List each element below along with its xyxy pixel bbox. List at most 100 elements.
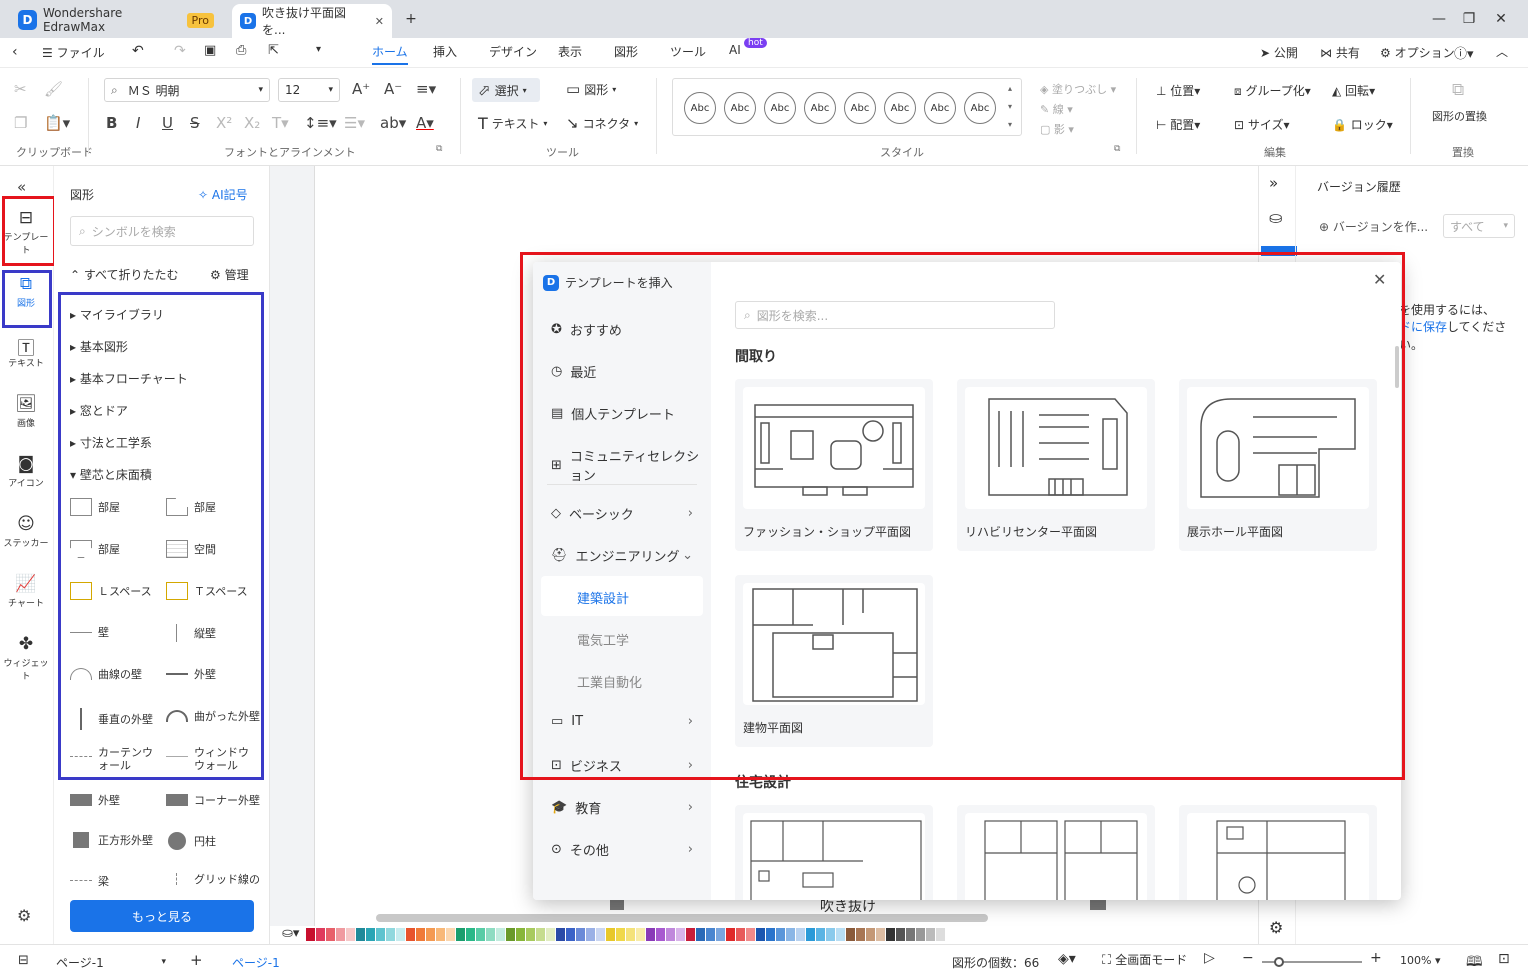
horizontal-scrollbar[interactable] — [376, 914, 988, 922]
color-swatch[interactable] — [576, 928, 585, 941]
tab-design[interactable]: デザイン — [489, 43, 537, 60]
color-swatch[interactable] — [706, 928, 715, 941]
shape-corner-exterior-wall[interactable]: コーナー外壁 — [166, 792, 260, 808]
color-swatch[interactable] — [926, 928, 935, 941]
style-dialog-launcher-icon[interactable]: ⧉ — [1114, 144, 1120, 154]
color-swatch[interactable] — [406, 928, 415, 941]
close-tab-icon[interactable]: ✕ — [375, 15, 384, 28]
share-button[interactable]: ⋈ 共有 — [1320, 44, 1360, 61]
color-swatch[interactable] — [636, 928, 645, 941]
line-spacing-icon[interactable]: ↕≡▾ — [304, 114, 337, 132]
help-icon[interactable]: ⓘ▾ — [1454, 43, 1474, 62]
paint-bucket-icon[interactable]: ⛀ — [1269, 208, 1282, 227]
publish-button[interactable]: ➤ 公開 — [1260, 44, 1298, 61]
color-swatch[interactable] — [896, 928, 905, 941]
shape-square-exterior-wall[interactable]: 正方形外壁 — [70, 832, 153, 848]
color-swatch[interactable] — [816, 928, 825, 941]
back-icon[interactable]: ‹ — [12, 44, 18, 60]
rail-widget[interactable]: ✤ ウィジェット — [2, 626, 50, 684]
shape-column[interactable]: 円柱 — [166, 832, 216, 850]
save-cloud-link[interactable]: ドに保存 — [1399, 320, 1447, 334]
paste-icon[interactable]: 📋▾ — [44, 114, 70, 132]
italic-icon[interactable]: I — [136, 114, 140, 132]
bold-icon[interactable]: B — [106, 114, 117, 132]
color-swatch[interactable] — [506, 928, 515, 941]
lock-button[interactable]: 🔒 ロック▾ — [1332, 116, 1393, 133]
color-swatch[interactable] — [616, 928, 625, 941]
color-swatch[interactable] — [826, 928, 835, 941]
group-button[interactable]: ⧈ グループ化▾ — [1234, 82, 1311, 99]
color-swatch[interactable] — [606, 928, 615, 941]
maximize-button[interactable]: ❐ — [1456, 8, 1482, 30]
color-swatch[interactable] — [496, 928, 505, 941]
rail-chart[interactable]: 📈 チャート — [2, 566, 50, 624]
minimize-button[interactable]: — — [1426, 8, 1452, 30]
color-swatch[interactable] — [456, 928, 465, 941]
color-swatch[interactable] — [566, 928, 575, 941]
font-family-select[interactable]: ⌕ ＭＳ 明朝 ▾ — [104, 78, 270, 102]
subscript-icon[interactable]: X₂ — [244, 114, 260, 132]
color-swatch[interactable] — [586, 928, 595, 941]
color-swatch[interactable] — [336, 928, 345, 941]
rail-icon[interactable]: ◙ アイコン — [2, 446, 50, 504]
style-swatch-8[interactable]: Abc — [964, 92, 996, 124]
tab-home[interactable]: ホーム — [372, 43, 408, 65]
rail-text[interactable]: 🅃 テキスト — [2, 326, 50, 384]
color-swatch[interactable] — [516, 928, 525, 941]
strikethrough-icon[interactable]: S — [190, 114, 200, 132]
shape-tool-button[interactable]: ▭ 図形 ▾ — [566, 80, 616, 98]
close-window-button[interactable]: ✕ — [1488, 8, 1514, 30]
color-swatch[interactable] — [556, 928, 565, 941]
style-swatch-5[interactable]: Abc — [844, 92, 876, 124]
color-swatch[interactable] — [376, 928, 385, 941]
font-size-select[interactable]: 12 ▾ — [278, 78, 340, 102]
color-swatch[interactable] — [656, 928, 665, 941]
zoom-out-icon[interactable]: − — [1242, 950, 1254, 966]
version-filter-select[interactable]: すべて ▾ — [1443, 214, 1515, 238]
color-swatch[interactable] — [726, 928, 735, 941]
style-swatch-2[interactable]: Abc — [724, 92, 756, 124]
nav-education[interactable]: 🎓 教育 › — [551, 798, 701, 817]
zoom-slider[interactable] — [1262, 957, 1362, 967]
color-swatch[interactable] — [936, 928, 945, 941]
color-swatch[interactable] — [836, 928, 845, 941]
color-swatch[interactable] — [876, 928, 885, 941]
undo-icon[interactable]: ↶ — [132, 43, 144, 59]
color-swatch[interactable] — [716, 928, 725, 941]
save-icon[interactable]: ▣ — [204, 43, 216, 58]
style-swatch-4[interactable]: Abc — [804, 92, 836, 124]
play-icon[interactable]: ▷ — [1204, 950, 1215, 966]
print-icon[interactable]: ⎙ — [236, 43, 246, 58]
color-swatch[interactable] — [626, 928, 635, 941]
color-swatch[interactable] — [446, 928, 455, 941]
style-swatch-6[interactable]: Abc — [884, 92, 916, 124]
zoom-slider-thumb[interactable] — [1274, 957, 1284, 967]
manage-button[interactable]: ⚙ 管理 — [210, 266, 249, 283]
color-swatch[interactable] — [776, 928, 785, 941]
ai-symbol-button[interactable]: ✧ AI記号 — [198, 186, 248, 203]
color-swatch[interactable] — [316, 928, 325, 941]
shape-exterior-wall-2[interactable]: 外壁 — [70, 792, 120, 808]
right-settings-icon[interactable]: ⚙ — [1269, 918, 1283, 937]
position-button[interactable]: ⊥ 位置▾ — [1156, 82, 1200, 99]
style-swatch-1[interactable]: Abc — [684, 92, 716, 124]
color-swatch[interactable] — [386, 928, 395, 941]
document-tab[interactable]: D 吹き抜け平面図を... ✕ — [232, 4, 392, 38]
increase-font-icon[interactable]: A⁺ — [352, 80, 370, 98]
copy-icon[interactable]: ❐ — [14, 114, 27, 132]
tab-insert[interactable]: 挿入 — [433, 43, 457, 60]
fullscreen-button[interactable]: ⛶ 全画面モード — [1102, 951, 1187, 968]
style-swatch-7[interactable]: Abc — [924, 92, 956, 124]
template-card-residential-3[interactable] — [1179, 805, 1377, 900]
color-swatch[interactable] — [416, 928, 425, 941]
export-icon[interactable]: ⇱ — [268, 43, 279, 58]
layers-icon[interactable]: ◈▾ — [1058, 951, 1076, 967]
expand-right-panel-icon[interactable]: » — [1269, 174, 1278, 192]
page-select[interactable]: ページ-1 ▾ — [56, 951, 166, 973]
color-swatch[interactable] — [536, 928, 545, 941]
more-shapes-button[interactable]: もっと見る — [70, 900, 254, 932]
align-button[interactable]: ⊢ 配置▾ — [1156, 116, 1200, 133]
color-swatch[interactable] — [346, 928, 355, 941]
color-swatch[interactable] — [786, 928, 795, 941]
color-swatch[interactable] — [756, 928, 765, 941]
